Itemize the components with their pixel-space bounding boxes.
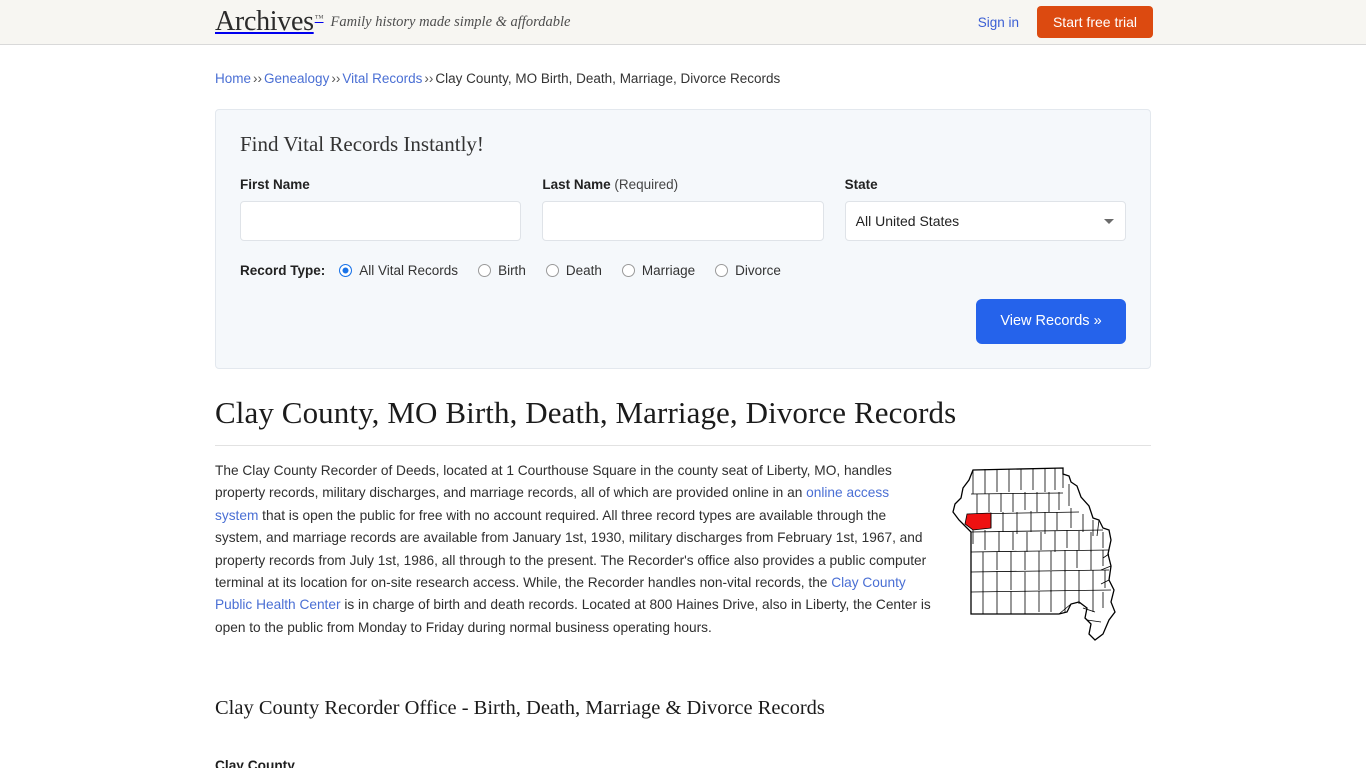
record-type-option-label: Birth bbox=[498, 262, 526, 278]
record-type-option-all-vital-records[interactable]: All Vital Records bbox=[339, 263, 458, 278]
last-name-required-note: (Required) bbox=[614, 176, 679, 192]
last-name-label: Last Name (Required) bbox=[542, 177, 823, 192]
record-type-option-death[interactable]: Death bbox=[545, 262, 602, 278]
search-panel-title: Find Vital Records Instantly! bbox=[240, 131, 484, 156]
last-name-label-text: Last Name bbox=[542, 176, 611, 192]
office-name: Clay County bbox=[215, 757, 295, 768]
record-type-option-label: Divorce bbox=[735, 262, 781, 278]
site-logo[interactable]: Archives ™ bbox=[215, 8, 324, 36]
start-free-trial-button[interactable]: Start free trial bbox=[1036, 6, 1153, 38]
first-name-label: First Name bbox=[240, 176, 310, 192]
paragraph-part-2: that is open the public for free with no… bbox=[215, 507, 927, 590]
breadcrumb: Home ›› Genealogy ›› Vital Records ›› Clay Cou… bbox=[215, 61, 1151, 89]
missouri-map-icon bbox=[952, 467, 1116, 641]
last-name-field-group: Last Name (Required) bbox=[542, 177, 824, 241]
vital-records-search-panel: Find Vital Records Instantly! First Name… bbox=[215, 108, 1151, 369]
radio-icon[interactable] bbox=[715, 263, 729, 277]
title-divider bbox=[215, 444, 1151, 446]
record-type-option-marriage[interactable]: Marriage bbox=[621, 262, 696, 278]
last-name-input[interactable] bbox=[542, 200, 824, 241]
office-address-block: Clay County PO Box 238 Liberty, MO 64069 bbox=[215, 754, 1151, 768]
state-select[interactable]: All United States bbox=[844, 200, 1126, 241]
office-section-title: Clay County Recorder Office - Birth, Dea… bbox=[215, 696, 825, 719]
breadcrumb-item-home[interactable]: Home bbox=[215, 71, 251, 86]
first-name-input[interactable] bbox=[240, 200, 522, 241]
radio-icon[interactable] bbox=[339, 263, 353, 277]
paragraph-part-1: The Clay County Recorder of Deeds, locat… bbox=[215, 462, 892, 501]
trademark-icon: ™ bbox=[314, 13, 324, 23]
breadcrumb-item-genealogy[interactable]: Genealogy bbox=[264, 71, 329, 86]
sign-in-link[interactable]: Sign in bbox=[978, 15, 1019, 30]
record-type-option-label: Death bbox=[565, 262, 602, 278]
record-type-label: Record Type: bbox=[240, 262, 326, 278]
site-header: Archives ™ Family history made simple & … bbox=[0, 0, 1366, 45]
state-select-value: All United States bbox=[855, 212, 960, 229]
breadcrumb-item-current: Clay County, MO Birth, Death, Marriage, … bbox=[435, 71, 781, 86]
site-tagline: Family history made simple & affordable bbox=[330, 13, 571, 30]
record-type-option-birth[interactable]: Birth bbox=[478, 263, 526, 278]
breadcrumb-separator: ›› bbox=[424, 71, 434, 86]
radio-icon[interactable] bbox=[478, 263, 492, 277]
article-section: The Clay County Recorder of Deeds, locat… bbox=[215, 460, 1151, 647]
record-type-group: Record Type: All Vital Records Birth Dea… bbox=[240, 263, 1126, 278]
logo-text: Archives bbox=[215, 6, 314, 37]
breadcrumb-separator: ›› bbox=[331, 71, 341, 86]
state-field-group: State All United States bbox=[844, 176, 1126, 241]
record-type-option-divorce[interactable]: Divorce bbox=[715, 263, 781, 278]
missouri-county-map bbox=[951, 460, 1151, 647]
breadcrumb-separator: ›› bbox=[253, 71, 263, 86]
radio-icon[interactable] bbox=[545, 263, 559, 277]
page-title: Clay County, MO Birth, Death, Marriage, … bbox=[215, 394, 957, 430]
state-label: State bbox=[844, 176, 878, 192]
record-type-option-label: All Vital Records bbox=[359, 262, 459, 278]
record-type-option-label: Marriage bbox=[641, 262, 696, 278]
breadcrumb-item-vital-records[interactable]: Vital Records bbox=[342, 71, 422, 86]
view-records-button[interactable]: View Records » bbox=[976, 298, 1126, 344]
article-paragraph: The Clay County Recorder of Deeds, locat… bbox=[215, 460, 935, 647]
radio-icon[interactable] bbox=[621, 263, 635, 277]
first-name-field-group: First Name bbox=[240, 176, 522, 241]
